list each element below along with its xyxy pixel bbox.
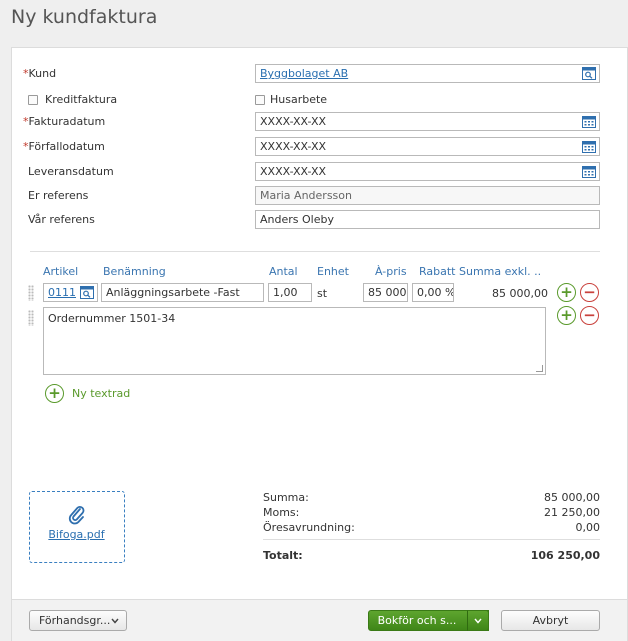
delivery-date-label: Leveransdatum [28,165,114,178]
page-title: Ny kundfaktura [11,6,158,28]
preview-label: Förhandsgr... [39,614,111,627]
credit-invoice-label: Kreditfaktura [45,93,118,106]
paperclip-icon [68,506,85,525]
totals-divider [263,539,600,540]
add-row-icon[interactable]: + [557,306,576,325]
add-text-row-button[interactable]: + Ny textrad [45,383,130,403]
your-reference-label: Er referens [28,189,89,202]
drag-handle-icon[interactable] [28,285,34,301]
rounding-label: Öresavrundning: [263,521,355,534]
column-header-unit-price[interactable]: À-pris [375,265,407,278]
invoice-date-field[interactable]: XXXX-XX-XX [255,112,600,131]
cancel-button[interactable]: Avbryt [501,610,600,631]
chevron-down-icon [111,618,119,624]
remove-row-icon[interactable]: − [580,283,599,302]
husarbete-checkbox[interactable] [255,95,265,105]
attachment-dropzone[interactable]: Bifoga.pdf [29,491,125,563]
calendar-icon[interactable] [582,115,596,128]
total-label: Totalt: [263,549,303,562]
due-date-value: XXXX-XX-XX [260,140,327,153]
column-header-discount[interactable]: Rabatt [419,265,456,278]
row-sum-value: 85 000,00 [492,287,548,300]
preview-dropdown-button[interactable]: Förhandsgr... [29,610,127,631]
your-reference-value: Maria Andersson [260,189,352,202]
total-value: 106 250,00 [530,549,600,562]
column-header-quantity[interactable]: Antal [269,265,298,278]
due-date-label: *Förfallodatum [23,140,105,153]
article-field[interactable]: 0111 [43,283,98,302]
column-header-unit[interactable]: Enhet [317,265,349,278]
action-footer: Förhandsgr... Bokför och s... Avbryt [12,599,627,641]
column-header-article[interactable]: Artikel [43,265,78,278]
attachment-link[interactable]: Bifoga.pdf [30,528,123,541]
column-header-description[interactable]: Benämning [103,265,166,278]
customer-field[interactable]: Byggbolaget AB [255,64,600,83]
invoice-date-label: *Fakturadatum [23,115,105,128]
invoice-form-card: *Kund Byggbolaget AB Kreditfaktura Husar… [11,47,628,641]
delivery-date-field[interactable]: XXXX-XX-XX [255,162,600,181]
column-header-sum[interactable]: Summa exkl. ... [459,265,541,278]
our-reference-label: Vår referens [28,213,95,226]
customer-label: *Kund [23,67,56,80]
sum-value: 85 000,00 [544,491,600,504]
sum-label: Summa: [263,491,309,504]
remove-row-icon[interactable]: − [580,306,599,325]
search-list-icon[interactable] [582,67,596,80]
vat-label: Moms: [263,506,300,519]
post-label: Bokför och s... [377,614,457,627]
delivery-date-value: XXXX-XX-XX [260,165,327,178]
calendar-icon[interactable] [582,165,596,178]
calendar-icon[interactable] [582,140,596,153]
quantity-field[interactable]: 1,00 [268,283,312,302]
rounding-value: 0,00 [575,521,601,534]
description-field[interactable]: Anläggningsarbete -Fast [101,283,264,302]
your-reference-field[interactable]: Maria Andersson [255,186,600,205]
plus-circle-icon: + [45,383,64,403]
add-text-row-label: Ny textrad [72,386,131,400]
text-row-field[interactable]: Ordernummer 1501-34 [43,307,546,375]
drag-handle-icon[interactable] [28,310,34,326]
add-row-icon[interactable]: + [557,283,576,302]
due-date-label-text: Förfallodatum [28,140,105,153]
our-reference-value: Anders Oleby [260,213,334,226]
unit-price-field[interactable]: 85 000, [363,283,408,302]
post-options-dropdown[interactable] [467,610,489,631]
resize-handle-icon[interactable] [536,365,543,372]
article-link[interactable]: 0111 [48,286,76,299]
customer-label-text: Kund [28,67,57,80]
due-date-field[interactable]: XXXX-XX-XX [255,137,600,156]
invoice-date-value: XXXX-XX-XX [260,115,327,128]
chevron-down-icon [474,618,482,624]
our-reference-field[interactable]: Anders Oleby [255,210,600,229]
customer-link[interactable]: Byggbolaget AB [260,67,348,80]
section-divider [30,251,600,252]
unit-value[interactable]: st [317,287,327,300]
husarbete-label: Husarbete [270,93,328,106]
text-row-value: Ordernummer 1501-34 [48,312,176,325]
credit-invoice-checkbox[interactable] [28,95,38,105]
search-list-icon[interactable] [80,286,94,299]
invoice-date-label-text: Fakturadatum [28,115,106,128]
vat-value: 21 250,00 [544,506,600,519]
discount-field[interactable]: 0,00 % [412,283,454,302]
